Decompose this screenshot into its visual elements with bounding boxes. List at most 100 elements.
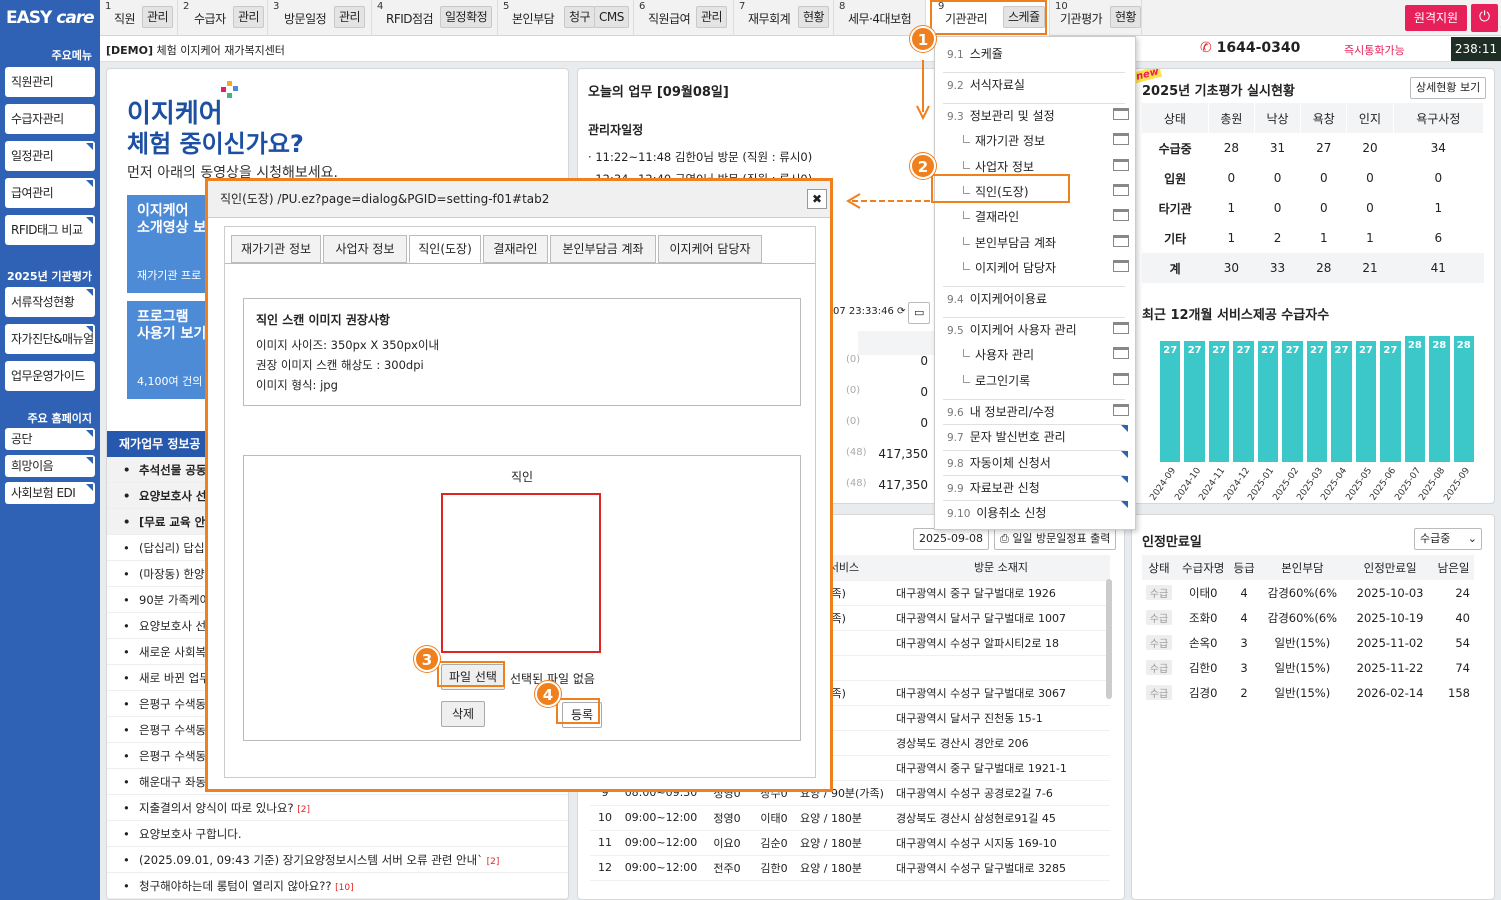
popup-icon[interactable]: ▭	[908, 302, 930, 324]
menu-item[interactable]: 9.10 이용취소 신청	[947, 504, 1046, 521]
nav-staff-manage-button[interactable]: 관리	[142, 6, 174, 28]
sidebar-item-staff[interactable]: 직원관리	[5, 67, 95, 97]
popup-window-icon[interactable]	[1113, 347, 1129, 360]
popup-window-icon[interactable]	[1113, 158, 1129, 171]
popup-window-icon[interactable]	[1113, 372, 1129, 385]
eval-value[interactable]: 30	[1208, 253, 1254, 283]
sidebar-item-docs[interactable]: 서류작성현황	[5, 287, 95, 317]
popup-window-icon[interactable]	[1113, 259, 1129, 272]
schedule-item[interactable]: · 11:22~11:48 김한0님 방문 (직원 : 류시0)	[588, 149, 812, 165]
eval-value[interactable]: 28	[1208, 133, 1254, 163]
eval-value[interactable]: 1	[1347, 223, 1393, 253]
nav-visit-manage-button[interactable]: 관리	[334, 6, 366, 28]
power-icon[interactable]: ⏻	[1471, 4, 1498, 32]
eval-value[interactable]: 41	[1393, 253, 1483, 283]
nav-label-salary[interactable]: 직원급여	[648, 10, 691, 27]
nav-label-eval[interactable]: 기관평가	[1060, 10, 1103, 27]
nav-salary-manage-button[interactable]: 관리	[696, 6, 728, 28]
tab-item[interactable]: 재가기관 정보	[231, 235, 321, 263]
eval-value[interactable]: 21	[1347, 253, 1393, 283]
eval-value[interactable]: 33	[1254, 253, 1300, 283]
sidebar-link-edi[interactable]: 사회보험 EDI	[5, 482, 95, 504]
eval-value[interactable]: 1	[1208, 223, 1254, 253]
visit-row[interactable]: 11 09:00~12:00 이요0 김순0 요양 / 180분 대구광역시 수성구 시지…	[590, 830, 1110, 856]
menu-item[interactable]: 9.7 문자 발신번호 관리	[947, 428, 1066, 445]
chart-bar[interactable]: 27	[1331, 340, 1352, 462]
eval-value[interactable]: 0	[1208, 163, 1254, 193]
menu-item[interactable]: 9.1 스케쥴	[947, 45, 1003, 62]
nav-clients-manage-button[interactable]: 관리	[233, 6, 265, 28]
eval-value[interactable]: 31	[1254, 133, 1300, 163]
eval-value[interactable]: 0	[1301, 163, 1347, 193]
nav-label-staff[interactable]: 직원	[114, 10, 136, 27]
eval-value[interactable]: 28	[1301, 253, 1347, 283]
tab-item[interactable]: 사업자 정보	[323, 235, 407, 263]
eval-value[interactable]: 0	[1393, 163, 1483, 193]
app-logo[interactable]: EASY care	[6, 8, 95, 28]
menu-item[interactable]: 9.5 이지케어 사용자 관리	[947, 321, 1077, 338]
nav-label-clients[interactable]: 수급자	[194, 10, 226, 27]
menu-item[interactable]: 9.6 내 정보관리/수정	[947, 403, 1055, 420]
eval-value[interactable]: 6	[1393, 223, 1483, 253]
remote-support-button[interactable]: 원격지원	[1405, 5, 1467, 31]
menu-item[interactable]: 로그인기록	[962, 372, 1030, 389]
nav-label-rfid[interactable]: RFID점검	[386, 10, 434, 27]
delete-button[interactable]: 삭제	[441, 701, 485, 727]
info-row[interactable]: 청구해야하는데 롱텀이 열리지 않아요?? [10]	[107, 873, 568, 899]
visit-scrollbar[interactable]	[1106, 579, 1112, 699]
chart-bar[interactable]: 28	[1453, 336, 1474, 462]
menu-item[interactable]: 9.9 자료보관 신청	[947, 479, 1040, 496]
eval-value[interactable]: 34	[1393, 133, 1483, 163]
menu-item[interactable]: 재가기관 정보	[962, 132, 1045, 149]
visit-row[interactable]: 12 09:00~12:00 전주0 김한0 요양 / 180분 대구광역시 수성구 달구…	[590, 855, 1110, 881]
sidebar-item-clients[interactable]: 수급자관리	[5, 104, 95, 134]
status-select[interactable]: 수급중 ⌄	[1414, 528, 1482, 550]
eval-value[interactable]: 0	[1254, 193, 1300, 223]
menu-item[interactable]: 9.8 자동이체 신청서	[947, 454, 1051, 471]
popup-window-icon[interactable]	[1113, 209, 1129, 222]
close-icon[interactable]: ✖	[807, 189, 827, 209]
eval-value[interactable]: 2	[1254, 223, 1300, 253]
tab-item[interactable]: 본인부담금 계좌	[550, 235, 656, 263]
tab-seal-active[interactable]: 직인(도장)	[409, 235, 481, 263]
menu-item[interactable]: 본인부담금 계좌	[962, 234, 1056, 251]
popup-window-icon[interactable]	[1113, 234, 1129, 247]
eval-value[interactable]: 0	[1347, 163, 1393, 193]
chart-bar[interactable]: 27	[1233, 340, 1254, 462]
menu-item[interactable]: 결재라인	[962, 208, 1019, 225]
chart-bar[interactable]: 27	[1208, 340, 1230, 462]
chart-bar[interactable]: 27	[1306, 340, 1328, 462]
nav-label-finance[interactable]: 재무회계	[748, 10, 791, 27]
menu-item[interactable]: 9.2 서식자료실	[947, 76, 1025, 93]
expiry-row[interactable]: 수급 손옥0 3 일반(15%) 2025-11-02 54	[1142, 630, 1474, 655]
nav-label-visit[interactable]: 방문일정	[284, 10, 327, 27]
sidebar-item-guide[interactable]: 업무운영가이드	[5, 361, 95, 391]
chart-bar[interactable]: 27	[1355, 340, 1377, 462]
menu-item[interactable]: 사용자 관리	[962, 346, 1034, 363]
popup-window-icon[interactable]	[1113, 183, 1129, 196]
eval-value[interactable]: 1	[1393, 193, 1483, 223]
info-row[interactable]: 지출결의서 양식이 따로 있나요? [2]	[107, 795, 568, 821]
expiry-row[interactable]: 수급 조화0 4 감경60%(6% 2025-10-19 40	[1142, 605, 1474, 630]
visit-row[interactable]: 10 09:00~12:00 정영0 이태0 요양 / 180분 경상북도 경산시 삼성현…	[590, 805, 1110, 831]
eval-value[interactable]: 20	[1347, 133, 1393, 163]
tab-item[interactable]: 결재라인	[483, 235, 548, 263]
menu-item[interactable]: 이지케어 담당자	[962, 259, 1056, 276]
popup-window-icon[interactable]	[1113, 133, 1129, 146]
nav-copay-cms-button[interactable]: CMS	[594, 6, 629, 28]
sidebar-item-schedule[interactable]: 일정관리	[5, 141, 95, 171]
menu-item[interactable]: 9.3 정보관리 및 설정	[947, 107, 1055, 124]
chart-bar[interactable]: 27	[1184, 340, 1205, 462]
popup-window-icon[interactable]	[1113, 322, 1129, 335]
sidebar-link-hope[interactable]: 희망이음	[5, 455, 95, 477]
eval-value[interactable]: 0	[1347, 193, 1393, 223]
sidebar-item-selfcheck[interactable]: 자가진단&매뉴얼	[5, 324, 95, 354]
nav-copay-claim-button[interactable]: 청구	[564, 6, 596, 28]
sidebar-item-payroll[interactable]: 급여관리	[5, 178, 95, 208]
info-row[interactable]: (2025.09.01, 09:43 기준) 장기요양정보시스템 서버 오류 관…	[107, 847, 568, 873]
nav-label-copay[interactable]: 본인부담	[512, 10, 555, 27]
info-row[interactable]: 요양보호사 구합니다.	[107, 821, 568, 847]
chart-bar[interactable]: 27	[1257, 340, 1279, 462]
nav-finance-status-button[interactable]: 현황	[798, 6, 830, 28]
menu-item[interactable]: 9.4 이지케어이용료	[947, 290, 1047, 307]
